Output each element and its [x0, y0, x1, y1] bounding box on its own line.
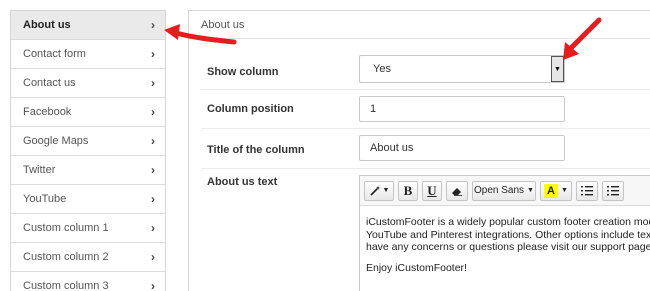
chevron-down-icon: ▼ — [527, 187, 534, 194]
column-title-input[interactable]: About us — [359, 135, 565, 161]
editor-line: YouTube and Pinterest integrations. Othe… — [366, 228, 650, 241]
chevron-right-icon: › — [151, 250, 155, 264]
annotation-arrow-icon — [164, 24, 237, 45]
chevron-down-icon: ▼ — [561, 187, 568, 194]
editor-paragraph: Enjoy iCustomFooter! — [366, 261, 467, 274]
row-divider — [201, 89, 650, 90]
bold-button[interactable]: B — [398, 180, 418, 201]
chevron-right-icon: › — [151, 47, 155, 61]
sidebar-item-about-us[interactable]: About us › — [11, 11, 165, 40]
chevron-right-icon: › — [151, 192, 155, 206]
eraser-button[interactable] — [446, 180, 468, 201]
sidebar-item-custom-column-2[interactable]: Custom column 2 › — [11, 243, 165, 272]
editor-line: iCustomFooter is a widely popular custom… — [366, 216, 650, 228]
column-position-input[interactable]: 1 — [359, 96, 565, 122]
about-text-label: About us text — [207, 176, 278, 188]
chevron-right-icon: › — [151, 134, 155, 148]
sidebar-item-label: Contact form — [23, 48, 86, 60]
text-color-button[interactable]: A ▼ — [540, 180, 572, 201]
chevron-right-icon: › — [151, 76, 155, 90]
sidebar-item-label: Custom column 2 — [23, 251, 109, 263]
sidebar-item-youtube[interactable]: YouTube › — [11, 185, 165, 214]
editor-toolbar: ▼ B U Open Sans ▼ A ▼ — [360, 176, 650, 206]
chevron-right-icon: › — [151, 163, 155, 177]
show-column-label: Show column — [207, 66, 279, 78]
editor-content[interactable]: iCustomFooter is a widely popular custom… — [360, 206, 650, 282]
sidebar-item-facebook[interactable]: Facebook › — [11, 98, 165, 127]
sidebar-item-contact-us[interactable]: Contact us › — [11, 69, 165, 98]
font-family-select[interactable]: Open Sans ▼ — [472, 180, 536, 201]
ordered-list-button[interactable] — [576, 180, 598, 201]
sidebar-item-custom-column-3[interactable]: Custom column 3 › — [11, 272, 165, 291]
chevron-right-icon: › — [151, 18, 155, 32]
sidebar-item-label: YouTube — [23, 193, 67, 205]
sidebar-item-label: Google Maps — [23, 135, 89, 147]
sidebar-item-contact-form[interactable]: Contact form › — [11, 40, 165, 69]
row-divider — [201, 168, 650, 169]
sidebar-item-label: Custom column 3 — [23, 280, 109, 291]
sidebar-item-label: Custom column 1 — [23, 222, 109, 234]
magic-wand-icon — [369, 185, 380, 196]
show-column-select[interactable]: Yes ▼ — [359, 55, 565, 83]
highlight-color-icon: A — [544, 183, 559, 198]
sidebar-item-label: Contact us — [23, 77, 76, 89]
chevron-right-icon: › — [151, 221, 155, 235]
ordered-list-icon — [581, 186, 593, 196]
sidebar-item-custom-column-1[interactable]: Custom column 1 › — [11, 214, 165, 243]
chevron-right-icon: › — [151, 105, 155, 119]
font-family-value: Open Sans — [474, 185, 525, 196]
eraser-icon — [452, 187, 462, 196]
chevron-right-icon: › — [151, 279, 155, 291]
column-position-label: Column position — [207, 103, 294, 115]
editor-line: have any concerns or questions please vi… — [366, 241, 650, 253]
annotation-arrow-icon — [563, 17, 602, 60]
column-title-label: Title of the column — [207, 144, 305, 156]
sidebar-item-label: About us — [23, 19, 71, 31]
sidebar-item-label: Twitter — [23, 164, 56, 176]
editor-paragraph: iCustomFooter is a widely popular custom… — [366, 216, 650, 254]
unordered-list-icon — [607, 185, 619, 196]
sidebar-item-twitter[interactable]: Twitter › — [11, 156, 165, 185]
unordered-list-button[interactable] — [602, 180, 624, 201]
rich-text-editor[interactable]: ▼ B U Open Sans ▼ A ▼ iCustomFooter is a… — [359, 175, 650, 291]
underline-button[interactable]: U — [422, 180, 442, 201]
sidebar-item-label: Facebook — [23, 106, 72, 118]
sidebar-nav: About us › Contact form › Contact us › F… — [10, 10, 166, 291]
sidebar-item-google-maps[interactable]: Google Maps › — [11, 127, 165, 156]
show-column-value: Yes — [373, 63, 391, 75]
row-divider — [201, 128, 650, 129]
magic-wand-style-button[interactable]: ▼ — [364, 180, 394, 201]
